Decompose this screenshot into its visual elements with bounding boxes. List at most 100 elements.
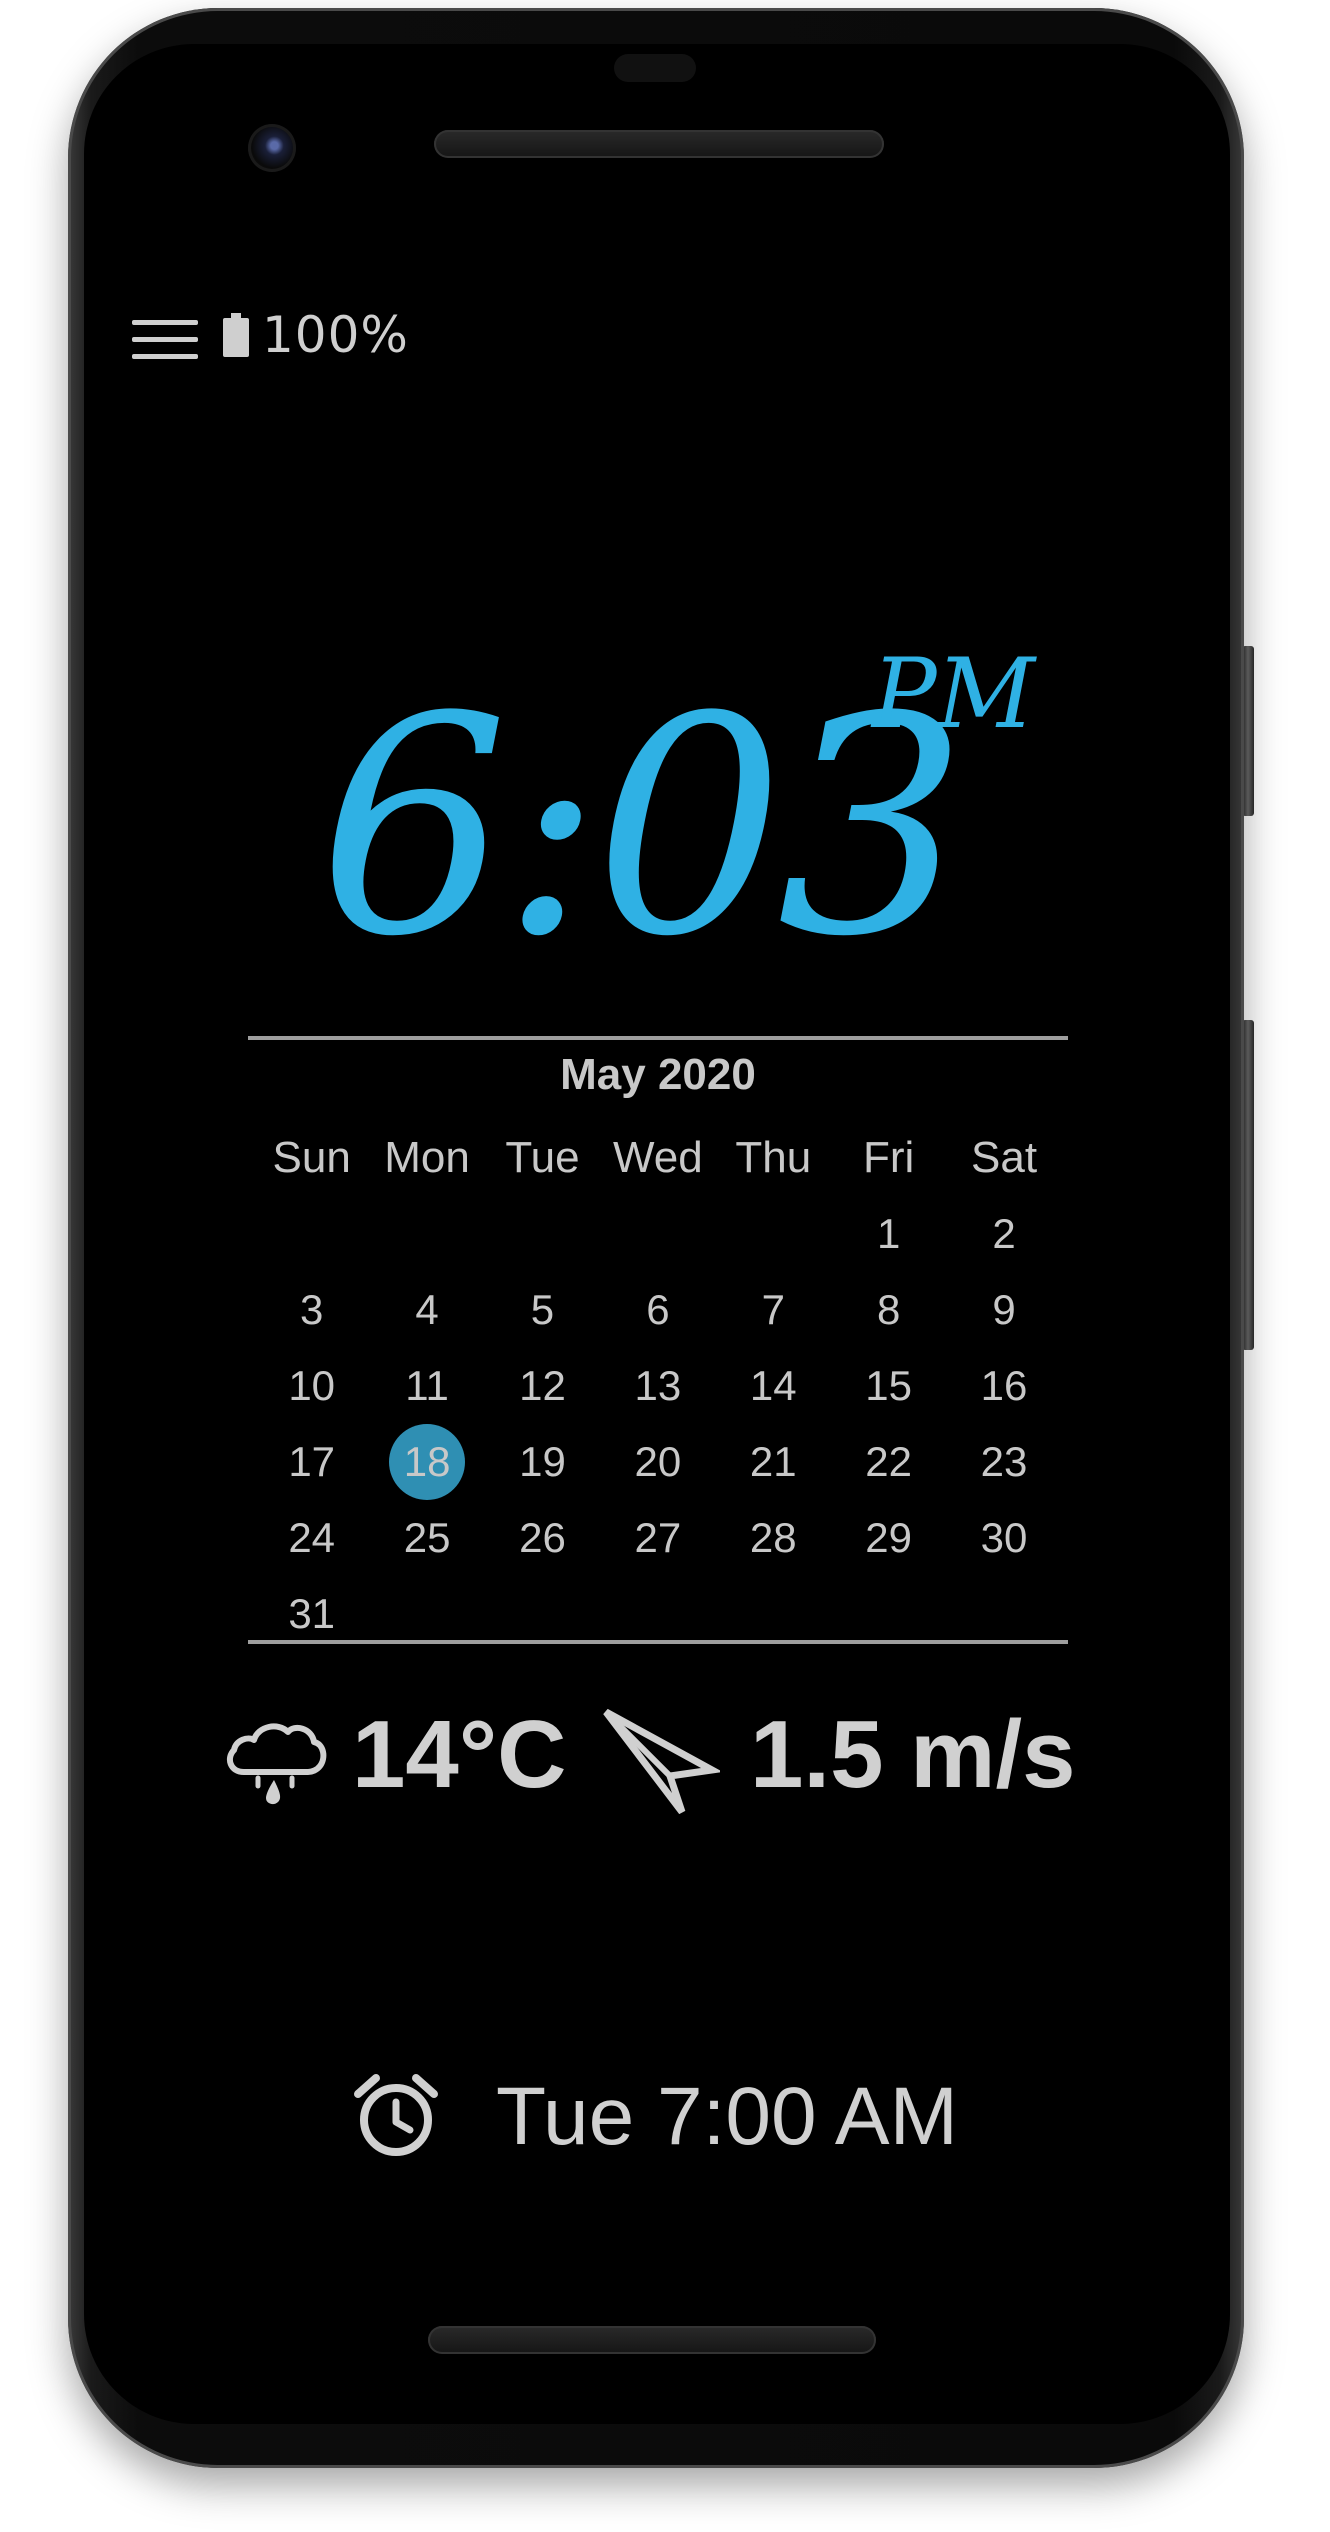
calendar-day-number: 19 xyxy=(519,1438,566,1485)
calendar-day[interactable]: 5 xyxy=(485,1272,600,1348)
weekday-label: Thu xyxy=(735,1133,812,1182)
calendar-day[interactable]: 20 xyxy=(600,1424,715,1500)
alarm-clock-icon[interactable] xyxy=(352,2072,440,2160)
calendar-day-number: 30 xyxy=(980,1514,1028,1561)
calendar-weekday-header: Sun Mon Tue Wed Thu Fri Sat xyxy=(254,1120,1062,1196)
rain-cloud-icon xyxy=(226,1723,327,1805)
calendar-day-number: 7 xyxy=(761,1286,785,1333)
calendar-day[interactable]: 21 xyxy=(716,1424,831,1500)
calendar-week-row: 10 11 12 13 14 15 16 xyxy=(254,1348,1062,1424)
calendar-day-number: 6 xyxy=(646,1286,670,1333)
clock-time: 6:03 xyxy=(318,653,968,1002)
weekday-label: Fri xyxy=(862,1133,915,1182)
earpiece-speaker xyxy=(434,130,884,158)
calendar-week-row: 17 18 19 20 21 22 23 xyxy=(254,1424,1062,1500)
calendar-day-number: 27 xyxy=(634,1514,682,1561)
calendar-day-number: 2 xyxy=(992,1210,1016,1257)
calendar-empty-cell xyxy=(485,1196,600,1272)
weekday-label: Sun xyxy=(272,1133,351,1182)
calendar-day[interactable]: 19 xyxy=(485,1424,600,1500)
calendar-day-today[interactable]: 18 xyxy=(369,1424,484,1500)
calendar-day-number: 4 xyxy=(415,1286,439,1333)
calendar-day-number: 1 xyxy=(876,1210,901,1257)
calendar-day[interactable]: 16 xyxy=(946,1348,1061,1424)
wind-speed: 1.5 m/s xyxy=(750,1701,1076,1808)
weather-row[interactable]: 14°C 1.5 m/s xyxy=(222,1700,1122,1814)
calendar-day-number: 24 xyxy=(288,1514,336,1561)
weekday-label: Mon xyxy=(384,1133,470,1182)
calendar-week-row: 3 4 5 6 7 8 9 xyxy=(254,1272,1062,1348)
calendar-day-number: 17 xyxy=(288,1438,336,1485)
calendar-day[interactable]: 10 xyxy=(254,1348,369,1424)
calendar-empty-cell xyxy=(600,1196,715,1272)
calendar-day[interactable]: 8 xyxy=(831,1272,946,1348)
calendar-day-number: 16 xyxy=(980,1362,1028,1409)
calendar-day-number: 13 xyxy=(634,1362,682,1409)
calendar-day[interactable]: 27 xyxy=(600,1500,715,1576)
hamburger-menu-icon[interactable] xyxy=(132,320,198,370)
calendar-day[interactable]: 30 xyxy=(946,1500,1061,1576)
calendar-day[interactable]: 7 xyxy=(716,1272,831,1348)
calendar-day-number: 10 xyxy=(288,1362,336,1409)
calendar-day[interactable]: 22 xyxy=(831,1424,946,1500)
calendar-day[interactable]: 26 xyxy=(485,1500,600,1576)
top-sensor xyxy=(614,54,696,82)
calendar-day[interactable]: 25 xyxy=(369,1500,484,1576)
calendar-day[interactable]: 4 xyxy=(369,1272,484,1348)
calendar-day-number: 20 xyxy=(634,1438,682,1485)
calendar-bottom-divider xyxy=(248,1640,1068,1644)
calendar-day-number: 8 xyxy=(876,1286,901,1333)
front-camera xyxy=(248,124,296,172)
calendar-day[interactable]: 13 xyxy=(600,1348,715,1424)
calendar-day-number: 15 xyxy=(865,1362,912,1409)
calendar-day[interactable]: 2 xyxy=(946,1196,1061,1272)
battery-full-icon xyxy=(223,313,249,357)
calendar-day-number: 12 xyxy=(519,1362,566,1409)
calendar-top-divider xyxy=(248,1036,1068,1040)
calendar-day[interactable]: 9 xyxy=(946,1272,1061,1348)
calendar-day-number: 31 xyxy=(288,1590,336,1637)
calendar-month-title: May 2020 xyxy=(560,1050,756,1099)
calendar-day[interactable]: 1 xyxy=(831,1196,946,1272)
calendar-day-number: 9 xyxy=(992,1286,1016,1333)
calendar-day[interactable]: 12 xyxy=(485,1348,600,1424)
calendar-day[interactable]: 29 xyxy=(831,1500,946,1576)
weekday-label: Wed xyxy=(613,1133,703,1182)
calendar-day[interactable]: 11 xyxy=(369,1348,484,1424)
clock-ampm: PM xyxy=(872,638,1035,750)
calendar-day-number: 25 xyxy=(403,1514,451,1561)
weekday-label: Sat xyxy=(971,1133,1038,1182)
calendar-day-number: 21 xyxy=(749,1438,797,1485)
calendar-empty-cell xyxy=(369,1196,484,1272)
clock[interactable]: 6:03 PM xyxy=(0,638,1330,1002)
calendar-day-number: 26 xyxy=(519,1514,566,1561)
calendar-empty-cell xyxy=(716,1196,831,1272)
calendar-day-number: 5 xyxy=(530,1286,555,1333)
calendar-day-number: 28 xyxy=(749,1514,797,1561)
calendar-day[interactable]: 24 xyxy=(254,1500,369,1576)
wind-direction-arrow-icon xyxy=(603,1708,720,1814)
calendar-day-number: 3 xyxy=(300,1286,324,1333)
weekday-label: Tue xyxy=(505,1133,580,1182)
calendar-day-number: 14 xyxy=(749,1362,797,1409)
calendar-day-number: 11 xyxy=(405,1362,449,1409)
bottom-speaker xyxy=(428,2326,876,2354)
calendar-day[interactable]: 15 xyxy=(831,1348,946,1424)
calendar-day[interactable]: 3 xyxy=(254,1272,369,1348)
calendar-day[interactable]: 14 xyxy=(716,1348,831,1424)
battery-percent: 100% xyxy=(262,306,409,364)
calendar-day[interactable]: 6 xyxy=(600,1272,715,1348)
calendar-day[interactable]: 28 xyxy=(716,1500,831,1576)
calendar-day-number: 29 xyxy=(865,1514,912,1561)
calendar-day[interactable]: 23 xyxy=(946,1424,1061,1500)
calendar-day-number: 18 xyxy=(403,1438,451,1485)
next-alarm[interactable]: Tue 7:00 AM xyxy=(496,2062,958,2172)
calendar-empty-cell xyxy=(254,1196,369,1272)
device-mockup: 100% 6:03 PM May 2020 Sun Mon Tue Wed Thu Fri… xyxy=(0,0,1330,2532)
calendar-day-number: 22 xyxy=(865,1438,912,1485)
calendar-day-number: 23 xyxy=(980,1438,1028,1485)
calendar-grid: Sun Mon Tue Wed Thu Fri Sat 1 2 3 4 5 6 7 8 9 10 11 12 13 14… xyxy=(254,1120,1062,1652)
calendar-week-row: 24 25 26 27 28 29 30 xyxy=(254,1500,1062,1576)
calendar-day[interactable]: 17 xyxy=(254,1424,369,1500)
calendar-week-row: 12 xyxy=(254,1196,1062,1272)
